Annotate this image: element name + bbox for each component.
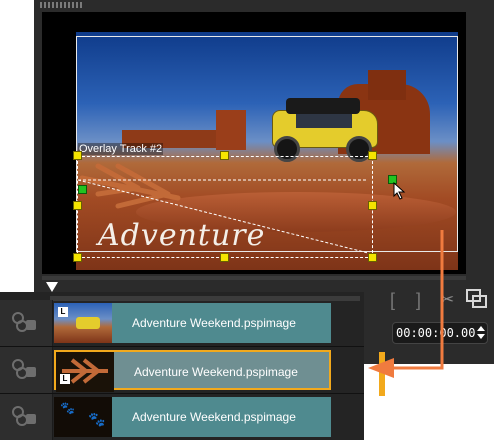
paw-print-icon: 🐾	[60, 401, 75, 415]
resize-handle-top-right[interactable]	[368, 151, 377, 160]
resize-handle-top[interactable]	[220, 151, 229, 160]
track-header	[0, 347, 53, 393]
clip-label: Adventure Weekend.pspimage	[134, 365, 298, 379]
timeline-track: 🐾 🐾 Adventure Weekend.pspimage	[0, 394, 364, 440]
annotation-arrow	[368, 230, 444, 378]
paw-print-icon: 🐾	[88, 411, 106, 427]
clip-thumbnail: 🐾 🐾	[54, 397, 112, 437]
resize-handle-bottom[interactable]	[220, 253, 229, 262]
clip-label: Adventure Weekend.pspimage	[132, 410, 296, 424]
timeline-clip-selected[interactable]: L Adventure Weekend.pspimage	[54, 350, 385, 396]
clip-thumbnail: L	[54, 303, 112, 343]
resize-handle-bottom-left[interactable]	[73, 253, 82, 262]
overlay-title-text: Adventure	[98, 218, 266, 253]
timeline-track-selected: L Adventure Weekend.pspimage	[0, 347, 385, 396]
resize-handle-left[interactable]	[73, 201, 82, 210]
track-header	[0, 300, 53, 346]
thumb-jeep	[76, 317, 100, 329]
cursor-icon	[393, 182, 406, 200]
overlay-track-icon[interactable]	[12, 359, 38, 381]
video-track-icon[interactable]	[12, 312, 38, 334]
clip-label: Adventure Weekend.pspimage	[132, 316, 296, 330]
clip-badge: L	[60, 374, 70, 384]
clip-badge: L	[58, 307, 68, 317]
overlay-track-label: Overlay Track #2	[78, 143, 164, 155]
distort-handle-left[interactable]	[78, 185, 87, 194]
overlay-track-icon[interactable]	[12, 406, 38, 428]
playhead-marker[interactable]	[46, 282, 58, 292]
resize-handle-top-left[interactable]	[73, 151, 82, 160]
track-header	[0, 394, 53, 440]
panel-grip[interactable]	[40, 2, 84, 8]
timeline-clip[interactable]: L Adventure Weekend.pspimage	[54, 303, 331, 343]
timeline-track: L Adventure Weekend.pspimage	[0, 300, 364, 346]
timeline-clip[interactable]: 🐾 🐾 Adventure Weekend.pspimage	[54, 397, 331, 437]
clip-thumbnail: L	[56, 352, 114, 392]
